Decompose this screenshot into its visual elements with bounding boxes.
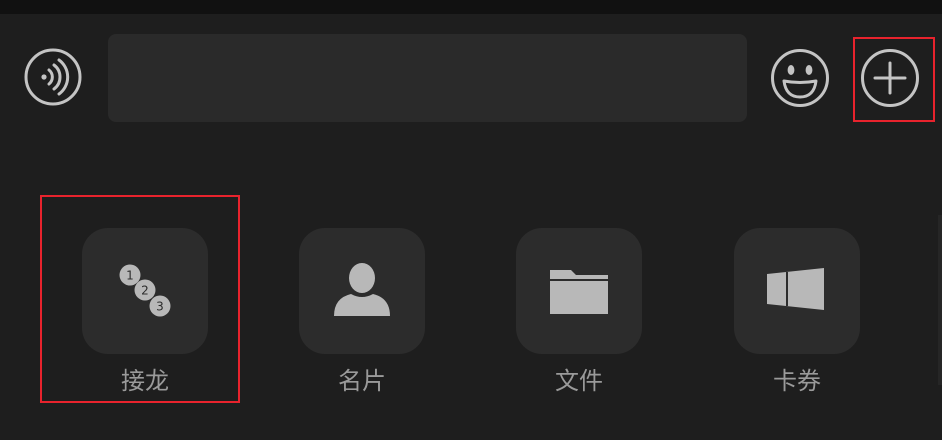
chain-number-2: 2	[141, 284, 149, 298]
chain-number-1: 1	[126, 269, 134, 283]
panel-item-file[interactable]: 文件	[516, 228, 642, 408]
folder-icon	[550, 270, 608, 314]
panel-tile-jielong[interactable]: 1 2 3	[82, 228, 208, 354]
panel-page-edge	[938, 215, 942, 385]
smiley-face-icon	[771, 49, 829, 107]
voice-button[interactable]	[24, 48, 82, 106]
top-strip	[0, 0, 942, 14]
numbered-chain-icon: 1 2 3	[119, 264, 171, 317]
chat-input-screen: 1 2 3 接龙 名片 文件 卡券	[0, 0, 942, 440]
panel-tile-coupon[interactable]	[734, 228, 860, 354]
panel-item-coupon[interactable]: 卡券	[734, 228, 860, 408]
voice-wave-icon	[24, 48, 82, 106]
panel-label-file: 文件	[555, 367, 603, 395]
panel-item-business-card[interactable]: 名片	[299, 228, 425, 408]
panel-tile-file[interactable]	[516, 228, 642, 354]
panel-label-business-card: 名片	[338, 367, 386, 395]
plus-circle-icon	[861, 49, 919, 107]
emoji-button[interactable]	[770, 48, 830, 108]
panel-item-jielong[interactable]: 1 2 3 接龙	[82, 228, 208, 408]
ticket-icon	[767, 268, 824, 310]
message-input[interactable]	[108, 34, 747, 122]
panel-tile-business-card[interactable]	[299, 228, 425, 354]
panel-label-jielong: 接龙	[121, 367, 169, 395]
more-functions-button[interactable]	[860, 48, 920, 108]
panel-label-coupon: 卡券	[773, 367, 821, 395]
person-card-icon	[334, 263, 390, 316]
chain-number-3: 3	[156, 300, 164, 314]
